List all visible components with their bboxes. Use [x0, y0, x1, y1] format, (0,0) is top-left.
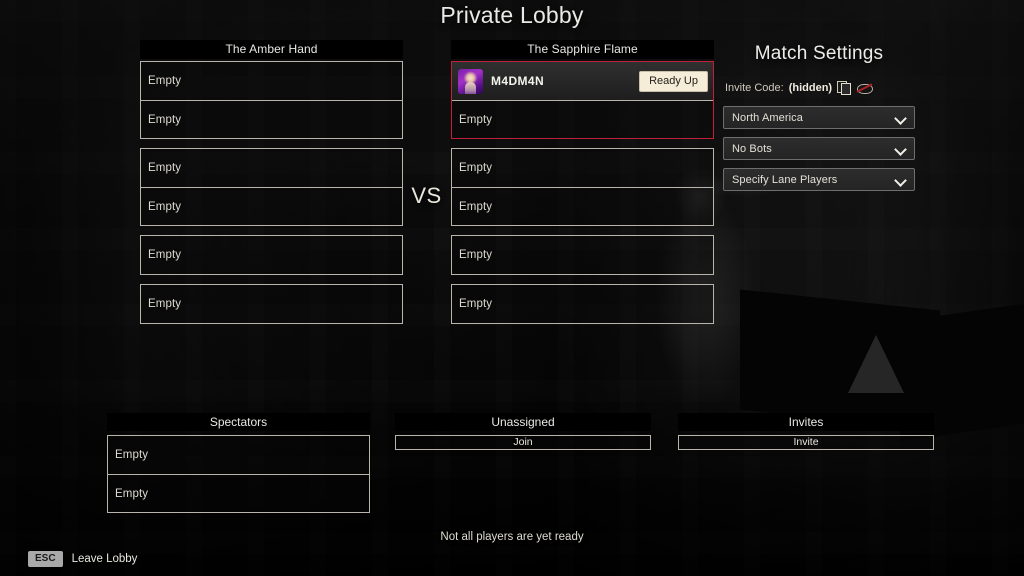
player-name: M4DM4N — [491, 74, 545, 88]
slot-group: Empty — [140, 284, 403, 324]
region-dropdown[interactable]: North America — [723, 106, 915, 129]
slot-status-label: Empty — [459, 200, 493, 213]
team-name-right: The Sapphire Flame — [451, 40, 714, 59]
region-dropdown-value: North America — [732, 111, 803, 124]
chevron-down-icon — [894, 143, 907, 156]
match-settings-title: Match Settings — [754, 43, 884, 64]
slot-status-label: Empty — [459, 113, 493, 126]
lobby-screen: Private Lobby The Amber Hand Empty Empty… — [0, 0, 1024, 576]
slot-group-highlighted: M4DM4N Ready Up Empty — [451, 61, 714, 139]
player-slot[interactable]: Empty — [452, 149, 713, 187]
slot-group: Empty — [140, 235, 403, 275]
eye-slash-icon[interactable] — [857, 80, 874, 95]
slot-status-label: Empty — [459, 249, 493, 261]
team-panel-right: The Sapphire Flame M4DM4N Ready Up Empty… — [451, 40, 714, 324]
team-name-left: The Amber Hand — [140, 40, 403, 59]
player-slot[interactable]: Empty — [141, 236, 402, 274]
slot-group: Empty Empty — [140, 148, 403, 226]
esc-key-badge: ESC — [28, 551, 63, 567]
player-slot[interactable]: Empty — [141, 100, 402, 138]
slot-status-label: Empty — [148, 75, 182, 87]
slot-status-label: Empty — [148, 162, 182, 174]
player-slot[interactable]: Empty — [452, 236, 713, 274]
bots-dropdown-value: No Bots — [732, 142, 772, 155]
slot-group: Empty Empty — [140, 61, 403, 139]
invite-code-value: (hidden) — [788, 81, 833, 94]
lane-players-dropdown[interactable]: Specify Lane Players — [723, 168, 915, 191]
player-slot[interactable]: Empty — [452, 285, 713, 323]
spectators-title: Spectators — [107, 413, 370, 431]
slot-status-label: Empty — [148, 298, 182, 310]
slot-status-label: Empty — [148, 113, 182, 126]
player-slot[interactable]: Empty — [141, 62, 402, 100]
invites-panel: Invites Invite — [678, 413, 934, 450]
spectator-slot[interactable]: Empty — [108, 436, 369, 474]
unassigned-panel: Unassigned Join — [395, 413, 651, 450]
slot-status-label: Empty — [148, 249, 182, 261]
player-identity: M4DM4N — [458, 68, 545, 94]
spectator-slot[interactable]: Empty — [108, 474, 369, 512]
bots-dropdown[interactable]: No Bots — [723, 137, 915, 160]
match-settings-panel: Match Settings Invite Code: (hidden) Nor… — [723, 43, 915, 199]
player-slot[interactable]: Empty — [141, 187, 402, 225]
team-panel-left: The Amber Hand Empty Empty Empty Empty E… — [140, 40, 403, 324]
lane-players-dropdown-value: Specify Lane Players — [732, 173, 838, 186]
unassigned-title: Unassigned — [395, 413, 651, 431]
vs-divider: VS — [411, 183, 442, 208]
ready-up-button[interactable]: Ready Up — [639, 70, 708, 92]
chevron-down-icon — [894, 112, 907, 125]
lobby-status-text: Not all players are yet ready — [440, 531, 584, 543]
slot-status-label: Empty — [115, 449, 149, 461]
invites-title: Invites — [678, 413, 934, 431]
copy-icon[interactable] — [837, 80, 852, 95]
page-title: Private Lobby — [440, 2, 584, 28]
join-button[interactable]: Join — [395, 435, 651, 450]
slot-status-label: Empty — [459, 162, 493, 174]
player-slot[interactable]: Empty — [141, 149, 402, 187]
player-slot-occupied[interactable]: M4DM4N Ready Up — [452, 62, 713, 100]
leave-lobby-label: Leave Lobby — [71, 553, 138, 565]
invite-button[interactable]: Invite — [678, 435, 934, 450]
slot-status-label: Empty — [148, 200, 182, 213]
slot-status-label: Empty — [459, 298, 493, 310]
background-spire — [848, 335, 904, 393]
slot-group: Empty — [451, 235, 714, 275]
player-slot[interactable]: Empty — [452, 187, 713, 225]
slot-group: Empty — [451, 284, 714, 324]
slot-group: Empty Empty — [451, 148, 714, 226]
spectators-panel: Spectators Empty Empty — [107, 413, 370, 513]
invite-code-label: Invite Code: — [725, 81, 784, 94]
slot-status-label: Empty — [115, 487, 149, 500]
player-slot[interactable]: Empty — [452, 100, 713, 138]
leave-lobby-control[interactable]: ESC Leave Lobby — [28, 551, 137, 567]
spectators-slot-group: Empty Empty — [107, 435, 370, 513]
chevron-down-icon — [894, 174, 907, 187]
player-slot[interactable]: Empty — [141, 285, 402, 323]
avatar — [458, 68, 483, 94]
invite-code-row: Invite Code: (hidden) — [723, 80, 915, 95]
